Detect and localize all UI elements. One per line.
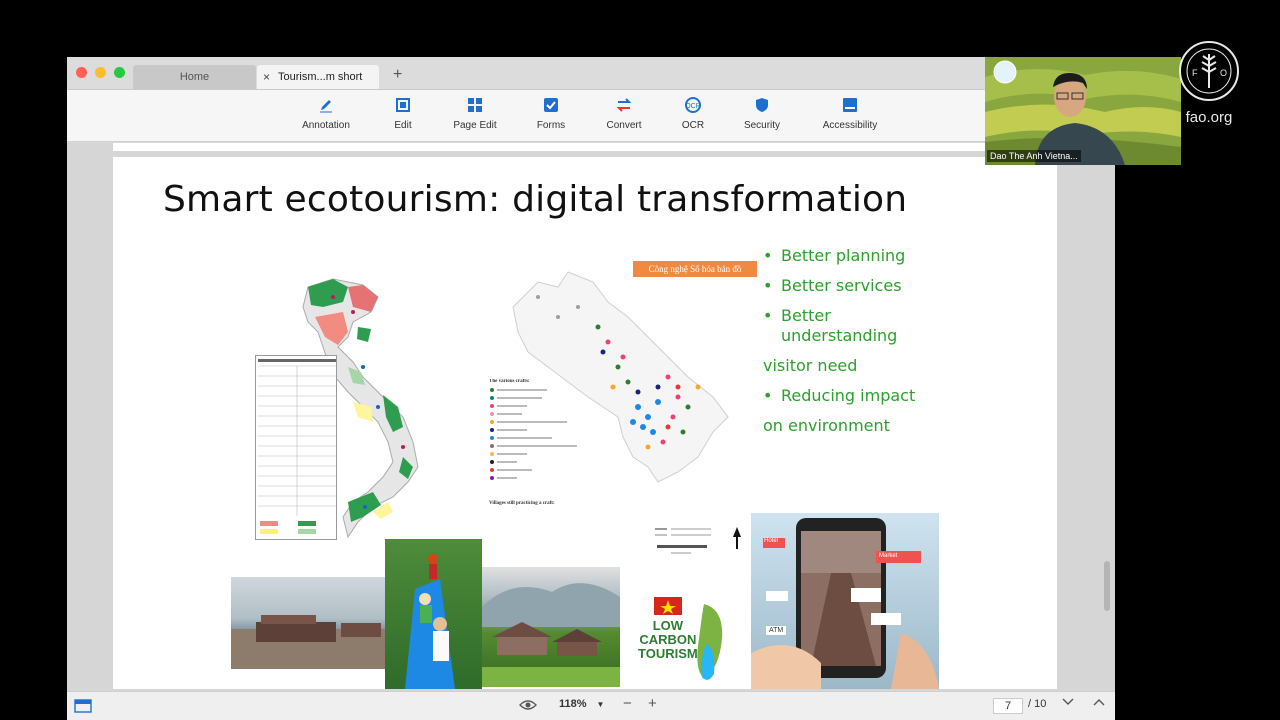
tab-home-label: Home — [179, 71, 210, 83]
tab-home[interactable]: Home — [133, 65, 256, 89]
zoom-out-button[interactable]: − — [623, 695, 632, 712]
page-number-input[interactable]: 7 — [993, 698, 1023, 714]
bullet-better-understanding: Better understanding — [763, 306, 913, 346]
low-carbon-tourism-logo: LOW CARBON TOURISM — [624, 589, 739, 689]
page-total: / 10 — [1028, 698, 1047, 710]
pen-icon — [317, 96, 335, 114]
tab-document[interactable]: × Tourism...m short — [257, 65, 379, 89]
convert-label: Convert — [606, 120, 642, 131]
river-boat-photo — [231, 577, 386, 669]
speaker-name-label: Dao The Anh Vietna... — [987, 150, 1081, 162]
zoom-select[interactable]: 118% ▼ — [559, 698, 604, 710]
status-bar: 118% ▼ − + 7 / 10 — [67, 691, 1115, 720]
close-window-button[interactable] — [76, 67, 87, 78]
ar-label-hotel: Hotel — [764, 538, 779, 544]
bullet-on-environment: on environment — [763, 416, 890, 435]
ar-label-atm: ATM — [766, 626, 787, 635]
svg-text:F: F — [1192, 68, 1198, 78]
svg-text:OCR: OCR — [685, 103, 701, 110]
edit-icon — [394, 96, 412, 114]
ocr-label: OCR — [681, 120, 705, 131]
fao-emblem-icon: F O — [1179, 41, 1239, 101]
speaker-video-thumbnail[interactable]: Dao The Anh Vietna... — [985, 57, 1181, 165]
low-carbon-line-1: LOW — [652, 618, 684, 633]
zoom-value: 118% — [559, 698, 587, 710]
eye-icon[interactable] — [519, 699, 537, 711]
security-tool-button[interactable]: Security — [717, 96, 807, 131]
close-tab-icon[interactable]: × — [263, 70, 270, 84]
fao-site-label: fao.org — [1185, 109, 1233, 126]
security-label: Security — [743, 120, 781, 131]
annotation-label: Annotation — [302, 120, 350, 131]
bullet-visitor-need: visitor need — [763, 356, 858, 375]
minimize-window-button[interactable] — [95, 67, 106, 78]
ar-smartphone-photo: ATM Hotel Market — [751, 513, 939, 689]
previous-page-edge — [113, 143, 1057, 151]
map-digitization-tag: Công nghệ Số hóa bản đồ — [633, 261, 757, 277]
benefit-bullets: Better planning Better services Better u… — [763, 241, 1053, 441]
tab-document-label: Tourism...m short — [278, 71, 363, 83]
page-edit-label: Page Edit — [453, 120, 497, 131]
forms-icon — [542, 96, 560, 114]
shield-icon — [753, 96, 771, 114]
screen: Home × Tourism...m short + Annotation Ed… — [0, 0, 1280, 720]
page-edit-icon — [466, 96, 484, 114]
map-scale-and-north-arrow — [653, 525, 743, 561]
low-carbon-line-2: CARBON — [639, 632, 697, 647]
accessibility-icon — [841, 96, 859, 114]
ar-label-market: Market — [879, 553, 898, 559]
sidebar-toggle-icon[interactable] — [74, 699, 92, 713]
bullet-better-planning: Better planning — [763, 241, 1053, 271]
low-carbon-text: LOW CARBON TOURISM — [638, 619, 698, 661]
maximize-window-button[interactable] — [114, 67, 125, 78]
new-tab-button[interactable]: + — [393, 66, 402, 84]
next-page-chevron-icon[interactable] — [1062, 697, 1074, 707]
accessibility-tool-button[interactable]: Accessibility — [805, 96, 895, 131]
toolbar: Annotation Edit Page Edit Forms Convert … — [67, 90, 1115, 142]
vertical-scrollbar-thumb[interactable] — [1104, 561, 1110, 611]
slide-title: Smart ecotourism: digital transformation — [163, 179, 908, 220]
title-bar: Home × Tourism...m short + — [67, 57, 1115, 90]
map-legend-note: Villages still practicing a craft: — [489, 501, 555, 506]
slide-page: Smart ecotourism: digital transformation — [113, 157, 1057, 689]
accessibility-label: Accessibility — [822, 120, 878, 131]
forms-label: Forms — [536, 120, 566, 131]
fao-logo: F O fao.org — [1176, 40, 1242, 126]
pdf-reader-window: Home × Tourism...m short + Annotation Ed… — [67, 57, 1115, 720]
bullet-reducing-impact: Reducing impact — [763, 381, 1053, 411]
craft-village-table — [255, 355, 337, 540]
svg-text:O: O — [1220, 68, 1227, 78]
canoe-tourists-photo — [385, 539, 482, 689]
previous-page-chevron-icon[interactable] — [1093, 697, 1105, 707]
zoom-in-button[interactable]: + — [648, 695, 657, 712]
bullet-better-services: Better services — [763, 271, 1053, 301]
convert-icon — [615, 96, 633, 114]
craft-map-legend: The various crafts: Villages still pract… — [489, 379, 599, 529]
page-current: 7 — [1004, 700, 1012, 712]
edit-label: Edit — [394, 120, 412, 131]
chevron-down-icon: ▼ — [596, 699, 605, 709]
ocr-icon: OCR — [684, 96, 702, 114]
document-viewport[interactable]: Smart ecotourism: digital transformation — [67, 143, 1115, 691]
low-carbon-line-3: TOURISM — [638, 646, 698, 661]
stilt-house-village-photo — [482, 567, 620, 687]
